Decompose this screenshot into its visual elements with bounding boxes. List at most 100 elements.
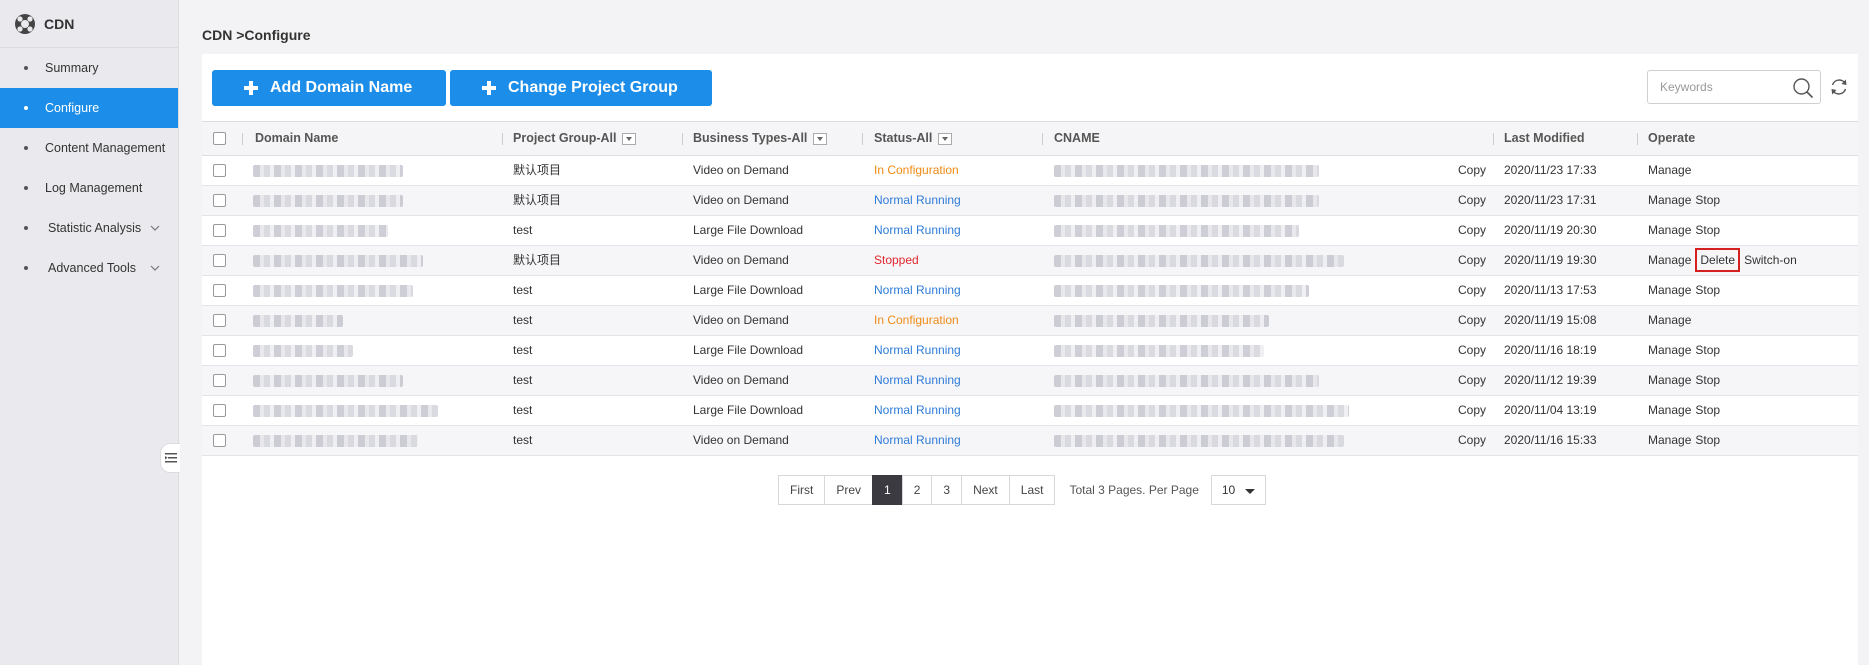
per-page-select[interactable]: 10 bbox=[1210, 475, 1266, 505]
page-first-button[interactable]: First bbox=[778, 475, 826, 505]
status-cell: Normal Running bbox=[874, 403, 961, 417]
redacted-domain bbox=[253, 345, 353, 357]
project-filter-dropdown-icon[interactable] bbox=[622, 132, 637, 145]
header-project-group[interactable]: Project Group-All bbox=[513, 122, 637, 155]
page-next-button[interactable]: Next bbox=[961, 475, 1010, 505]
last-modified-cell: 2020/11/19 15:08 bbox=[1504, 313, 1597, 327]
table-row: test Large File Download Normal Running Cop… bbox=[202, 276, 1858, 306]
page-last-button[interactable]: Last bbox=[1008, 475, 1056, 505]
project-group-cell: test bbox=[513, 403, 533, 417]
redacted-domain bbox=[253, 285, 413, 297]
row-checkbox[interactable] bbox=[213, 404, 226, 417]
select-all-checkbox[interactable] bbox=[213, 132, 226, 145]
header-status[interactable]: Status-All bbox=[874, 122, 953, 155]
switch-on-button[interactable]: Switch-on bbox=[1744, 246, 1797, 275]
delete-button[interactable]: Delete bbox=[1695, 248, 1741, 272]
operate-cell: Manage bbox=[1648, 306, 1695, 336]
row-checkbox[interactable] bbox=[213, 374, 226, 387]
row-checkbox[interactable] bbox=[213, 314, 226, 327]
manage-button[interactable]: Manage bbox=[1648, 186, 1691, 215]
status-filter-dropdown-icon[interactable] bbox=[938, 132, 953, 145]
search-input[interactable] bbox=[1648, 71, 1778, 103]
page-number-button[interactable]: 2 bbox=[901, 475, 933, 505]
bullet-icon bbox=[24, 146, 28, 150]
manage-button[interactable]: Manage bbox=[1648, 216, 1691, 245]
pagination: First Prev 1 2 3 Next Last Total 3 Pages. Per P… bbox=[778, 475, 1266, 505]
sidebar-item-content-management[interactable]: Content Management bbox=[0, 128, 178, 168]
manage-button[interactable]: Manage bbox=[1648, 426, 1691, 455]
search-icon[interactable] bbox=[1792, 77, 1814, 99]
manage-button[interactable]: Manage bbox=[1648, 246, 1691, 275]
sidebar-item-statistic-analysis[interactable]: Statistic Analysis bbox=[0, 208, 178, 248]
page-prev-button[interactable]: Prev bbox=[824, 475, 874, 505]
manage-button[interactable]: Manage bbox=[1648, 276, 1691, 305]
status-cell: In Configuration bbox=[874, 163, 959, 177]
stop-button[interactable]: Stop bbox=[1695, 186, 1720, 215]
table-row: test Video on Demand Normal Running Copy 202… bbox=[202, 366, 1858, 396]
stop-button[interactable]: Stop bbox=[1695, 276, 1720, 305]
refresh-icon[interactable] bbox=[1828, 76, 1850, 98]
stop-button[interactable]: Stop bbox=[1695, 396, 1720, 425]
chevron-down-icon bbox=[150, 225, 160, 231]
sidebar: CDN Summary Configure Content Management Lo… bbox=[0, 0, 180, 665]
bullet-icon bbox=[24, 106, 28, 110]
table-header: Domain Name Project Group-All Business T… bbox=[202, 121, 1858, 156]
manage-button[interactable]: Manage bbox=[1648, 306, 1691, 335]
status-cell: Normal Running bbox=[874, 433, 961, 447]
manage-button[interactable]: Manage bbox=[1648, 336, 1691, 365]
table-row: test Large File Download Normal Running Cop… bbox=[202, 396, 1858, 426]
table-body: 默认项目 Video on Demand In Configuration Copy 2… bbox=[202, 156, 1858, 456]
row-checkbox[interactable] bbox=[213, 224, 226, 237]
add-domain-label: Add Domain Name bbox=[270, 79, 413, 96]
project-group-cell: 默认项目 bbox=[513, 253, 562, 267]
table-row: test Video on Demand In Configuration Copy 2… bbox=[202, 306, 1858, 336]
stop-button[interactable]: Stop bbox=[1695, 216, 1720, 245]
page-number-button[interactable]: 1 bbox=[872, 475, 903, 505]
row-checkbox[interactable] bbox=[213, 434, 226, 447]
table-row: test Video on Demand Normal Running Copy 202… bbox=[202, 426, 1858, 456]
manage-button[interactable]: Manage bbox=[1648, 156, 1691, 185]
business-type-cell: Video on Demand bbox=[693, 313, 789, 327]
business-filter-dropdown-icon[interactable] bbox=[813, 132, 828, 145]
redacted-domain bbox=[253, 315, 343, 327]
header-business-types[interactable]: Business Types-All bbox=[693, 122, 828, 155]
row-checkbox[interactable] bbox=[213, 164, 226, 177]
manage-button[interactable]: Manage bbox=[1648, 366, 1691, 395]
copy-cname-link[interactable]: Copy bbox=[1458, 276, 1486, 306]
project-group-cell: test bbox=[513, 373, 533, 387]
sidebar-collapse-toggle[interactable] bbox=[160, 443, 180, 473]
brand-name: CDN bbox=[44, 15, 75, 32]
copy-cname-link[interactable]: Copy bbox=[1458, 186, 1486, 216]
copy-cname-link[interactable]: Copy bbox=[1458, 426, 1486, 456]
sidebar-item-advanced-tools[interactable]: Advanced Tools bbox=[0, 248, 178, 288]
brand: CDN bbox=[0, 0, 178, 48]
sidebar-item-label: Configure bbox=[45, 101, 100, 115]
manage-button[interactable]: Manage bbox=[1648, 396, 1691, 425]
copy-cname-link[interactable]: Copy bbox=[1458, 156, 1486, 186]
operate-cell: Manage Stop bbox=[1648, 186, 1724, 216]
copy-cname-link[interactable]: Copy bbox=[1458, 396, 1486, 426]
add-domain-button[interactable]: Add Domain Name bbox=[212, 70, 446, 106]
stop-button[interactable]: Stop bbox=[1695, 426, 1720, 455]
last-modified-cell: 2020/11/16 15:33 bbox=[1504, 433, 1597, 447]
row-checkbox[interactable] bbox=[213, 344, 226, 357]
sidebar-item-configure[interactable]: Configure bbox=[0, 88, 178, 128]
change-project-group-button[interactable]: Change Project Group bbox=[450, 70, 712, 106]
project-group-cell: 默认项目 bbox=[513, 163, 562, 177]
copy-cname-link[interactable]: Copy bbox=[1458, 216, 1486, 246]
row-checkbox[interactable] bbox=[213, 194, 226, 207]
copy-cname-link[interactable]: Copy bbox=[1458, 306, 1486, 336]
redacted-cname bbox=[1054, 165, 1319, 177]
sidebar-item-summary[interactable]: Summary bbox=[0, 48, 178, 88]
row-checkbox[interactable] bbox=[213, 254, 226, 267]
sidebar-item-log-management[interactable]: Log Management bbox=[0, 168, 178, 208]
redacted-domain bbox=[253, 225, 388, 237]
operate-cell: Manage Stop bbox=[1648, 366, 1724, 396]
stop-button[interactable]: Stop bbox=[1695, 366, 1720, 395]
stop-button[interactable]: Stop bbox=[1695, 336, 1720, 365]
copy-cname-link[interactable]: Copy bbox=[1458, 366, 1486, 396]
row-checkbox[interactable] bbox=[213, 284, 226, 297]
copy-cname-link[interactable]: Copy bbox=[1458, 336, 1486, 366]
copy-cname-link[interactable]: Copy bbox=[1458, 246, 1486, 276]
page-number-button[interactable]: 3 bbox=[931, 475, 963, 505]
